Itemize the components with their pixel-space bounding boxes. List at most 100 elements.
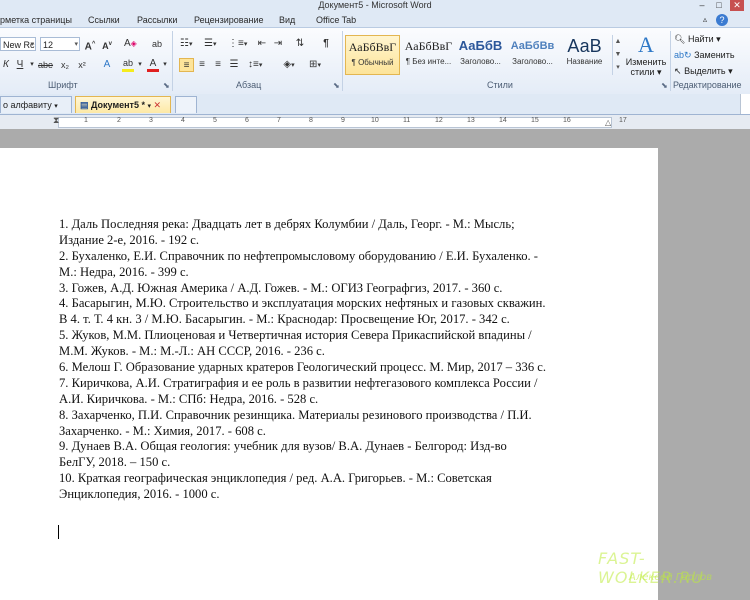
multilevel-list-button[interactable]: ⋮≡▾ — [228, 37, 247, 51]
shrink-font-button[interactable]: Av — [101, 37, 113, 51]
font-color-button[interactable]: A — [147, 58, 159, 72]
tab-office-tab[interactable]: Office Tab — [316, 14, 356, 26]
borders-button[interactable]: ⊞▾ — [309, 58, 321, 72]
grow-font-button[interactable]: A^ — [84, 37, 96, 52]
numbering-button[interactable]: ☰▾ — [204, 37, 216, 51]
subscript-button[interactable]: x₂ — [59, 58, 71, 72]
align-right-button[interactable]: ≡ — [212, 58, 224, 72]
group-divider — [172, 31, 173, 91]
decrease-indent-button[interactable]: ⇤ — [256, 37, 268, 51]
style-sample: АаБбВ — [458, 38, 503, 53]
style-no-spacing[interactable]: АаБбВвГ ¶ Без инте... — [401, 35, 456, 75]
binoculars-icon: 🔍︎ — [674, 34, 686, 44]
change-styles-label-2: стили ▾ — [630, 67, 662, 77]
chevron-down-icon[interactable]: ▾ — [159, 58, 171, 72]
change-styles-button[interactable]: A Изменить стили ▾ — [623, 33, 669, 78]
scroll-up-icon[interactable]: ▲ — [613, 35, 623, 48]
font-dialog-launcher-icon[interactable]: ⬊ — [163, 81, 170, 90]
chevron-down-icon[interactable]: ▾ — [30, 38, 34, 52]
new-tab-button[interactable] — [175, 96, 197, 113]
line-spacing-button[interactable]: ↕≡▾ — [248, 58, 262, 72]
subscript-icon: x₂ — [61, 60, 69, 70]
chevron-down-icon[interactable]: ▾ — [74, 38, 78, 52]
chevron-down-icon[interactable]: ▾ — [147, 103, 151, 110]
clear-format-button[interactable]: A◈ — [124, 37, 137, 51]
sort-button[interactable]: ⇅ — [294, 37, 306, 51]
maximize-button[interactable]: □ — [712, 0, 726, 11]
show-marks-button[interactable]: ¶ — [320, 37, 332, 51]
tab-review[interactable]: Рецензирование — [194, 14, 264, 26]
tab-page-layout[interactable]: рметка страницы — [0, 14, 72, 26]
indent-marker-icon[interactable]: ⧗ — [53, 115, 59, 126]
styles-scroll[interactable]: ▲ ▼ ▾ — [612, 35, 623, 75]
tab-mailings[interactable]: Рассылки — [137, 14, 177, 26]
more-styles-icon[interactable]: ▾ — [613, 61, 623, 74]
find-button[interactable]: 🔍︎ Найти ▾ — [674, 33, 721, 45]
text-line: 8. Захарченко, П.И. Справочник резинщика… — [59, 407, 532, 422]
text-line: А.И. Киричкова. - М.: СПб: Недра, 2016. … — [59, 391, 319, 406]
right-indent-marker-icon[interactable]: △ — [605, 118, 611, 127]
chevron-down-icon[interactable]: ▾ — [134, 58, 146, 72]
text-line: БелГУ, 2018. – 150 с. — [59, 455, 171, 470]
chevron-down-icon[interactable]: ▾ — [26, 58, 38, 72]
style-title[interactable]: АаВ Название — [557, 35, 612, 75]
bibliography-text[interactable]: 1. Даль Последняя река: Двадцать лет в д… — [59, 217, 619, 503]
ruler-label: 1 — [84, 117, 88, 124]
align-left-button[interactable]: ≡ — [179, 58, 194, 72]
window-title: Документ5 - Microsoft Word — [318, 0, 432, 10]
scroll-down-icon[interactable]: ▼ — [613, 48, 623, 61]
doc-tab-active[interactable]: ▤ Документ5 * ▾ ✕ — [75, 96, 171, 113]
help-icon[interactable]: ? — [716, 14, 728, 26]
style-sample: АаБбВв — [510, 40, 555, 52]
text-line: М.: Недра, 2016. - 399 с. — [59, 264, 189, 279]
phonetic-guide-button[interactable]: ab — [151, 37, 163, 51]
paragraph-group-label: Абзац — [236, 80, 262, 90]
superscript-button[interactable]: x² — [76, 58, 88, 72]
shading-button[interactable]: ◈▾ — [283, 58, 295, 72]
style-heading-2[interactable]: АаБбВв Заголово... — [505, 35, 560, 75]
minimize-button[interactable]: – — [695, 0, 709, 11]
ruler-label: 8 — [309, 117, 313, 124]
horizontal-ruler[interactable]: ⧗ △ 1 2 3 4 5 6 7 8 9 10 11 12 13 14 15 … — [0, 115, 750, 129]
ruler-label: 9 — [341, 117, 345, 124]
italic-button[interactable]: К — [0, 58, 12, 72]
doc-tab-sorted[interactable]: о алфавиту ▾ — [0, 96, 72, 113]
text-caret — [58, 525, 59, 539]
close-window-button[interactable]: ✕ — [730, 0, 744, 11]
increase-indent-button[interactable]: ⇥ — [272, 37, 284, 51]
styles-dialog-launcher-icon[interactable]: ⬊ — [661, 81, 668, 90]
close-tab-icon[interactable]: ✕ — [154, 100, 162, 110]
style-heading-1[interactable]: АаБбВ Заголово... — [453, 35, 508, 75]
style-sample: АаБбВвГ — [404, 39, 453, 53]
select-button[interactable]: ↖ Выделить ▾ — [674, 65, 733, 77]
style-name: ¶ Обычный — [351, 58, 394, 67]
justify-icon: ☰ — [229, 59, 239, 70]
highlight-button[interactable]: ab — [122, 58, 134, 72]
text-effects-icon: A — [103, 59, 111, 70]
text-line: В 4. т. Т. 4 кн. 3 / М.Ю. Басарыгин. - М… — [59, 312, 510, 327]
ruler-toggle[interactable] — [740, 94, 750, 114]
style-normal[interactable]: АаБбВвГ ¶ Обычный — [345, 35, 400, 75]
bullets-button[interactable]: ☷▾ — [180, 37, 192, 51]
tab-view[interactable]: Вид — [279, 14, 295, 26]
doc-tab-label: Документ5 * — [91, 100, 145, 110]
replace-icon: ab↻ — [674, 50, 692, 60]
style-sample: АаБбВвГ — [348, 40, 397, 54]
strikethrough-button[interactable]: abe — [38, 58, 53, 72]
tab-references[interactable]: Ссылки — [88, 14, 120, 26]
text-line: 3. Гожев, А.Д. Южная Америка / А.Д. Гоже… — [59, 280, 503, 295]
find-label: Найти — [687, 34, 714, 44]
font-name-combo[interactable]: New Rc ▾ — [0, 37, 36, 51]
ribbon-collapse-icon[interactable]: ▵ — [703, 14, 707, 26]
paragraph-dialog-launcher-icon[interactable]: ⬊ — [333, 81, 340, 90]
text-effects-button[interactable]: A — [101, 58, 113, 72]
underline-button[interactable]: Ч — [14, 58, 26, 72]
strikethrough-icon: abe — [38, 60, 54, 70]
justify-button[interactable]: ☰ — [228, 58, 240, 72]
font-size-combo[interactable]: 12 ▾ — [40, 37, 80, 51]
align-center-button[interactable]: ≡ — [196, 58, 208, 72]
text-line: 10. Краткая географическая энциклопедия … — [59, 471, 492, 486]
replace-button[interactable]: ab↻ Заменить — [674, 49, 735, 61]
chevron-down-icon[interactable]: ▾ — [54, 103, 58, 110]
numbered-list-icon: ☰ — [204, 38, 213, 49]
